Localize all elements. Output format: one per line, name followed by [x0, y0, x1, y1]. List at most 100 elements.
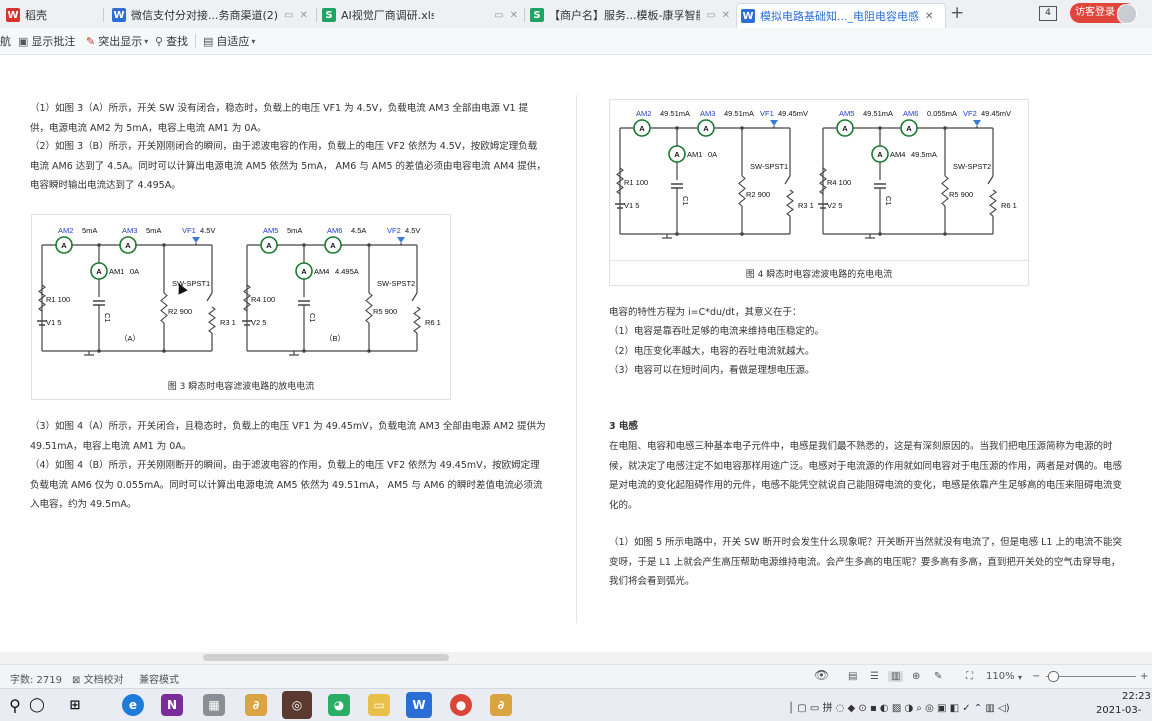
- zoom-out-button[interactable]: −: [1032, 671, 1040, 682]
- load-current-value: 5mA: [146, 226, 161, 235]
- junction-dot: [162, 349, 166, 353]
- comment-icon: ▣: [18, 34, 29, 48]
- horizontal-scrollbar[interactable]: [0, 652, 1152, 664]
- app-icon[interactable]: ∂: [490, 694, 512, 716]
- capacitor-label: C1: [103, 313, 112, 323]
- circuit-b: A A A AM5 49.51mA AM6 0.055mA VF2 49.45mV AM4 49.5…: [818, 109, 1017, 239]
- search-icon[interactable]: ⚲: [4, 694, 26, 716]
- wps-icon[interactable]: W: [406, 692, 432, 718]
- resistor: [738, 175, 746, 207]
- proofread-button[interactable]: ⊠ 文档校对: [72, 671, 124, 686]
- zoom-level[interactable]: 110%: [986, 671, 1015, 682]
- ammeter-symbol: A: [842, 124, 848, 133]
- tab-count-button[interactable]: 4: [1039, 6, 1057, 21]
- figure-3-caption: 图 3 瞬态时电容滤波电路的放电电流: [167, 382, 315, 392]
- voltage-probe-icon: [770, 120, 778, 126]
- eye-protection-icon[interactable]: 👁: [814, 668, 829, 682]
- edit-icon[interactable]: ✎: [934, 671, 942, 682]
- edge-browser-icon[interactable]: e: [122, 694, 144, 716]
- zoom-slider[interactable]: [1046, 676, 1136, 677]
- highlight-label: 突出显示: [98, 35, 143, 48]
- excel-sheet-icon: S: [322, 8, 336, 22]
- web-view-icon[interactable]: ⊕: [912, 671, 920, 682]
- resistor-label: R3 1: [798, 201, 814, 210]
- resistor: [786, 189, 794, 217]
- chevron-down-icon[interactable]: ▾: [1018, 673, 1022, 682]
- nav-label: 航: [0, 35, 11, 48]
- window-icon[interactable]: ▭: [494, 10, 503, 21]
- window-icon[interactable]: ▭: [706, 10, 715, 21]
- capacitor-label: C1: [884, 196, 893, 206]
- close-icon[interactable]: ✕: [300, 10, 308, 21]
- resistor: [38, 284, 46, 312]
- clock-date[interactable]: 2021-03-: [1096, 705, 1141, 716]
- junction-dot: [367, 243, 371, 247]
- new-tab-button[interactable]: +: [950, 3, 964, 23]
- read-view-icon[interactable]: ▥: [888, 671, 904, 682]
- voltage-probe-icon: [973, 120, 981, 126]
- figure-4-circuit: A A A AM2 49.51mA AM3 49.51mA VF1 49.45mV AM1 0A R1…: [615, 109, 1017, 239]
- resistor-label: R1 100: [46, 295, 70, 304]
- capacitor-label: C1: [681, 196, 690, 206]
- junction-dot: [367, 349, 371, 353]
- highlight-button[interactable]: ✎ 突出显示 ▾: [86, 33, 151, 49]
- resistor-label: R6 1: [1001, 201, 1017, 210]
- chrome-icon[interactable]: ●: [450, 694, 472, 716]
- avatar[interactable]: [1117, 4, 1137, 24]
- source-current-value: 49.51mA: [863, 109, 893, 118]
- junction-dot: [302, 243, 306, 247]
- ammeter-symbol: A: [125, 241, 131, 250]
- fit-page-icon: ▤: [203, 34, 214, 48]
- source-label: V1 5: [624, 201, 639, 210]
- zoom-slider-handle[interactable]: [1048, 671, 1059, 682]
- app-active-icon[interactable]: ◎: [282, 691, 312, 719]
- window-icon[interactable]: ▭: [284, 10, 293, 21]
- file-explorer-icon[interactable]: ▭: [368, 694, 390, 716]
- load-current-value: 49.51mA: [724, 109, 754, 118]
- load-ammeter-label: AM6: [327, 226, 342, 235]
- load-current-value: 4.5A: [351, 226, 366, 235]
- load-current-value: 0.055mA: [927, 109, 957, 118]
- page-view-icon[interactable]: ▤: [848, 671, 857, 682]
- tray-icons[interactable]: │ ▢ ▭ 拼 ◌ ◆ ⊙ ▪ ◐ ▨ ◑ ⌕ ◎ ▣ ◧ ✓ ⌃ ▥ ◁): [788, 699, 1010, 714]
- cortana-icon[interactable]: ◯: [26, 694, 48, 716]
- zoom-in-button[interactable]: +: [1140, 671, 1148, 682]
- resistor-label: R3 1: [220, 318, 236, 327]
- tab-docer[interactable]: W 稻壳: [6, 3, 96, 27]
- fit-label: 自适应: [216, 35, 250, 48]
- load-ammeter-label: AM6: [903, 109, 918, 118]
- calculator-icon[interactable]: ▦: [203, 694, 225, 716]
- resistor: [819, 167, 827, 195]
- nav-button[interactable]: 航: [0, 33, 11, 49]
- clock-time[interactable]: 22:23: [1122, 691, 1151, 702]
- tab-bar: W 稻壳 W 微信支付分对接...务商渠道(2) ▭ ✕ S AI视觉厂商调研.…: [0, 0, 1152, 29]
- close-icon[interactable]: ✕: [722, 10, 730, 21]
- scrollbar-thumb[interactable]: [203, 654, 449, 661]
- onenote-icon[interactable]: N: [161, 694, 183, 716]
- close-icon[interactable]: ✕: [925, 11, 933, 22]
- word-count[interactable]: 字数: 2719: [10, 671, 62, 686]
- voltage-value: 4.5V: [200, 226, 215, 235]
- fit-width-icon[interactable]: ⛶: [966, 671, 973, 682]
- outline-view-icon[interactable]: ☰: [870, 671, 879, 682]
- tab-merchant-template[interactable]: S 【商户名】服务...模板-康孚智能 ▭ ✕: [530, 3, 730, 27]
- capacitor-ammeter-label: AM4: [890, 150, 905, 159]
- tab-wechat-pay-doc[interactable]: W 微信支付分对接...务商渠道(2) ▭ ✕: [112, 3, 310, 27]
- task-view-icon[interactable]: ⊞: [64, 694, 86, 716]
- find-button[interactable]: ⚲ 查找: [155, 33, 188, 49]
- tab-analog-circuit-doc[interactable]: W 模拟电路基础知..._电阻电容电感 ✕: [736, 3, 946, 28]
- junction-dot: [97, 243, 101, 247]
- tab-ai-vision-xls[interactable]: S AI视觉厂商调研.xls ▭ ✕: [322, 3, 518, 27]
- ammeter-symbol: A: [906, 124, 912, 133]
- paragraph: （3）如图 4（A）所示，开关闭合，且稳态时，负载上的电压 VF1 为 49.4…: [30, 421, 546, 452]
- list-item: （3）电容可以在短时间内，看做是理想电压源。: [609, 365, 815, 376]
- document-page[interactable]: （1）如图 3（A）所示，开关 SW 没有闭合，稳态时，负载上的电压 VF1 为…: [0, 55, 1152, 652]
- paragraph: 电容的特性方程为 i=C*du/dt，其意义在于：: [609, 307, 802, 318]
- column-divider: [576, 95, 577, 623]
- capacitor-current-value: 4.495A: [335, 267, 359, 276]
- show-comments-button[interactable]: ▣ 显示批注: [18, 33, 75, 49]
- fit-button[interactable]: ▤ 自适应 ▾: [203, 33, 258, 49]
- app-icon[interactable]: ∂: [245, 694, 267, 716]
- close-icon[interactable]: ✕: [510, 10, 518, 21]
- wechat-icon[interactable]: ◕: [328, 694, 350, 716]
